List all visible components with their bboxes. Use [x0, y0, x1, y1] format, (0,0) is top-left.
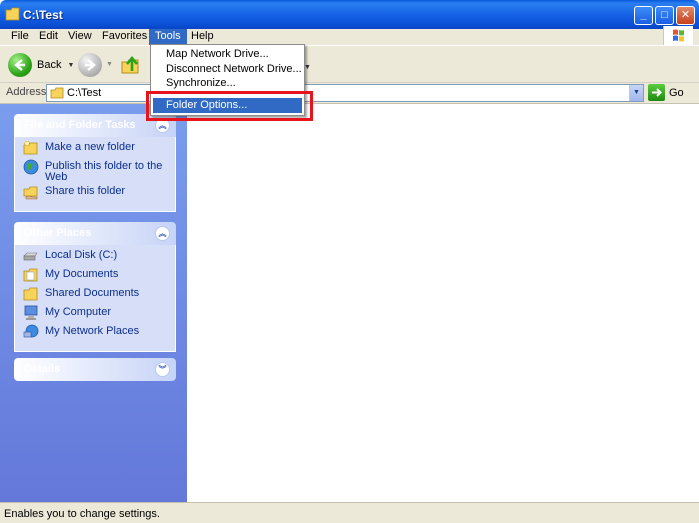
network-places-icon — [23, 324, 39, 338]
go-arrow-icon — [648, 84, 665, 101]
menu-file[interactable]: File — [5, 29, 35, 45]
shared-documents-link[interactable]: Shared Documents — [23, 288, 175, 304]
windows-logo-icon — [663, 26, 693, 46]
file-folder-tasks-panel: File and Folder Tasks ︽ Make a new folde… — [14, 114, 176, 212]
other-places-header[interactable]: Other Places ︽ — [14, 222, 176, 245]
my-computer-label: My Computer — [45, 306, 112, 318]
file-folder-tasks-title: File and Folder Tasks — [24, 119, 136, 131]
make-new-folder-label: Make a new folder — [45, 141, 135, 153]
shared-documents-label: Shared Documents — [45, 287, 140, 299]
details-header[interactable]: Details ︾ — [14, 358, 176, 381]
address-dropdown-icon[interactable]: ▼ — [629, 85, 643, 101]
menu-item-synchronize[interactable]: Synchronize... — [153, 76, 302, 91]
address-input[interactable]: C:\Test ▼ — [46, 84, 644, 102]
shared-documents-icon — [23, 287, 38, 301]
my-network-places-link[interactable]: My Network Places — [23, 324, 175, 342]
publish-folder-label: Publish this folder to the Web — [45, 160, 163, 183]
maximize-button[interactable]: □ — [655, 6, 674, 25]
folder-icon — [5, 7, 20, 21]
my-documents-label: My Documents — [45, 268, 119, 280]
status-text: Enables you to change settings. — [4, 508, 160, 520]
details-panel: Details ︾ — [14, 358, 176, 381]
folder-content-area[interactable] — [187, 104, 699, 502]
new-folder-icon — [23, 140, 38, 155]
expand-chevron-icon[interactable]: ︾ — [155, 362, 170, 377]
local-disk-link[interactable]: Local Disk (C:) — [23, 250, 175, 266]
make-new-folder-link[interactable]: Make a new folder — [23, 140, 175, 158]
other-places-body: Local Disk (C:) My Documents Shared Docu… — [14, 245, 176, 352]
menu-bar: File Edit View Favorites Tools Help — [0, 29, 699, 45]
menu-view[interactable]: View — [62, 29, 98, 45]
share-folder-label: Share this folder — [45, 185, 126, 197]
collapse-chevron-icon[interactable]: ︽ — [155, 226, 170, 241]
back-arrow-icon — [8, 53, 32, 77]
publish-folder-link[interactable]: Publish this folder to the Web — [23, 159, 175, 183]
address-value: C:\Test — [67, 87, 102, 99]
address-label: Address — [6, 86, 47, 98]
task-pane: File and Folder Tasks ︽ Make a new folde… — [0, 104, 187, 502]
back-button[interactable]: Back ▼ — [8, 52, 74, 78]
forward-dropdown-icon[interactable]: ▼ — [106, 61, 113, 68]
up-folder-icon — [121, 55, 139, 74]
my-network-places-label: My Network Places — [45, 325, 140, 337]
other-places-panel: Other Places ︽ Local Disk (C:) My Docume… — [14, 222, 176, 352]
menu-favorites[interactable]: Favorites — [96, 29, 153, 45]
title-bar: C:\Test _ □ ✕ — [0, 0, 699, 29]
forward-button[interactable] — [78, 53, 102, 80]
highlight-annotation — [146, 91, 313, 121]
my-documents-link[interactable]: My Documents — [23, 269, 175, 285]
toolbar: Back ▼ ▼ ▼ — [0, 45, 699, 83]
status-bar: Enables you to change settings. — [0, 502, 699, 523]
go-label: Go — [669, 86, 684, 99]
menu-item-map-network-drive[interactable]: Map Network Drive... — [153, 47, 302, 62]
other-places-title: Other Places — [24, 227, 92, 239]
address-bar: Address C:\Test ▼ Go — [0, 83, 699, 104]
menu-item-disconnect-network-drive[interactable]: Disconnect Network Drive... — [153, 62, 302, 77]
my-computer-link[interactable]: My Computer — [23, 305, 175, 323]
back-dropdown-icon[interactable]: ▼ — [67, 62, 74, 69]
forward-arrow-icon — [78, 53, 102, 77]
share-folder-link[interactable]: Share this folder — [23, 186, 175, 202]
globe-icon — [23, 159, 39, 175]
up-folder-button[interactable] — [120, 54, 142, 76]
menu-help[interactable]: Help — [185, 29, 220, 45]
views-dropdown-icon[interactable]: ▼ — [304, 64, 311, 71]
go-button[interactable]: Go — [648, 84, 684, 101]
menu-edit[interactable]: Edit — [33, 29, 64, 45]
window-title: C:\Test — [23, 8, 63, 22]
file-folder-tasks-body: Make a new folder Publish this folder to… — [14, 137, 176, 212]
my-documents-icon — [23, 268, 38, 282]
hard-drive-icon — [23, 252, 38, 261]
local-disk-label: Local Disk (C:) — [45, 249, 118, 261]
minimize-button[interactable]: _ — [634, 6, 653, 25]
close-button[interactable]: ✕ — [676, 6, 695, 25]
menu-tools[interactable]: Tools — [149, 29, 187, 45]
details-title: Details — [24, 363, 61, 375]
share-folder-icon — [23, 186, 38, 200]
computer-icon — [24, 305, 38, 320]
folder-icon — [50, 87, 64, 99]
back-label: Back — [37, 59, 62, 71]
